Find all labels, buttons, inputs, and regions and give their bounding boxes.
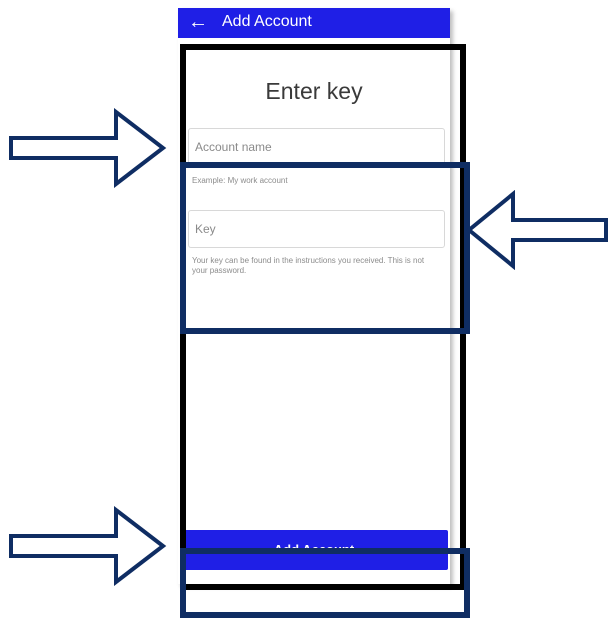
- annotation-frame-button: [180, 548, 470, 618]
- app-bar: ← Add Account: [178, 8, 450, 38]
- app-bar-title: Add Account: [222, 13, 312, 30]
- annotation-frame-key: [180, 162, 470, 334]
- arrow-left-icon[interactable]: ←: [188, 10, 208, 34]
- right-arrow-icon: [9, 506, 167, 586]
- right-arrow-icon: [9, 108, 167, 188]
- left-arrow-icon: [466, 190, 608, 270]
